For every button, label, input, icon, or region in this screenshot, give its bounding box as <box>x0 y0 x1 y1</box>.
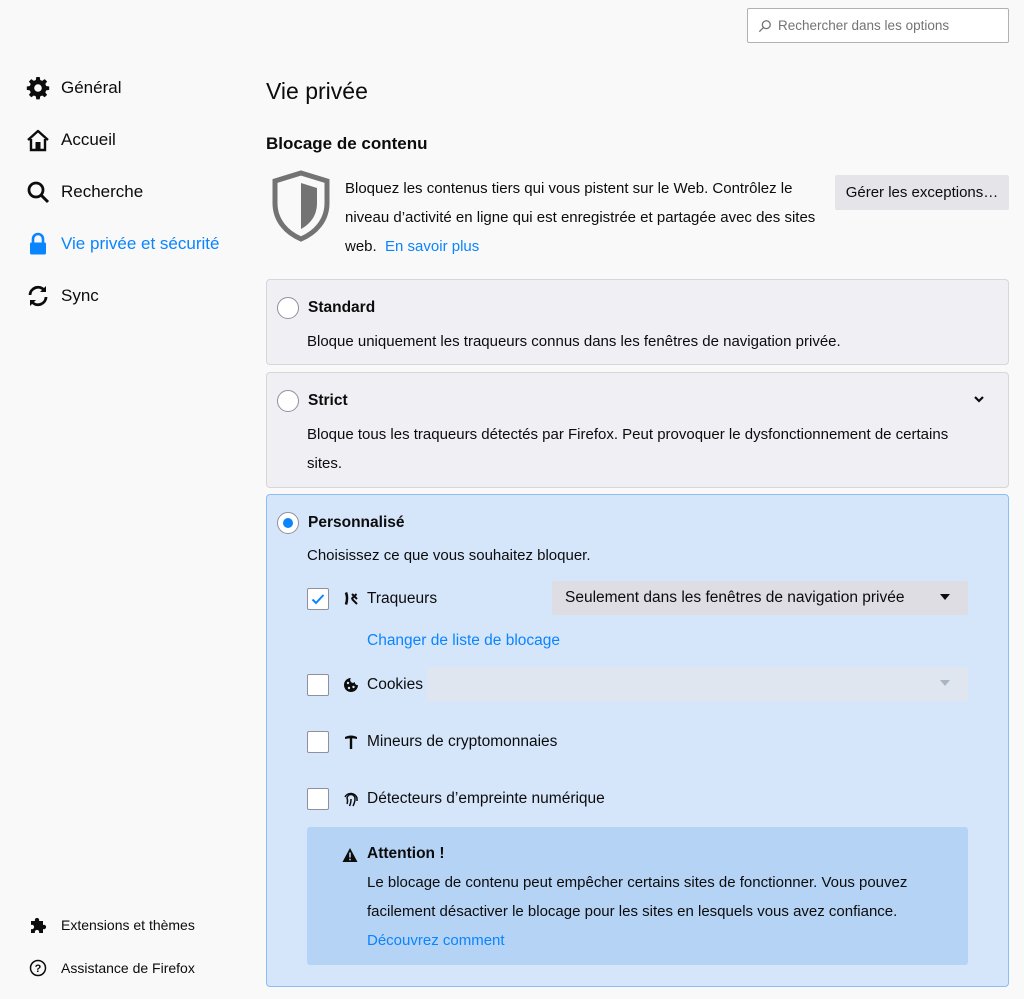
support-link[interactable]: ? Assistance de Firefox <box>0 946 250 989</box>
sidebar-item-general[interactable]: Général <box>0 62 250 114</box>
sidebar-item-label: Vie privée et sécurité <box>61 234 220 253</box>
pickaxe-icon <box>345 735 357 749</box>
trackers-checkbox[interactable] <box>307 588 329 610</box>
dropdown-arrow-icon <box>940 680 950 686</box>
gear-icon <box>26 77 50 100</box>
warning-text: Le blocage de contenu peut empêcher cert… <box>367 874 908 949</box>
sidebar-item-home[interactable]: Accueil <box>0 114 250 166</box>
cookies-checkbox[interactable] <box>307 674 329 696</box>
strict-radio[interactable] <box>277 390 299 412</box>
sidebar: Général Accueil Recherche Vie privée et … <box>0 62 250 322</box>
option-strict[interactable]: Strict Bloque tous les traqueurs détecté… <box>266 372 1009 488</box>
section-title: Blocage de contenu <box>266 134 428 153</box>
help-icon: ? <box>29 959 47 976</box>
sidebar-item-search[interactable]: Recherche <box>0 166 250 218</box>
svg-text:?: ? <box>35 963 42 975</box>
fingerprinters-row: Détecteurs d’empreinte numérique <box>307 786 605 812</box>
cookie-icon <box>344 678 358 692</box>
content-blocking-description: Bloquez les contenus tiers qui vous pist… <box>345 180 816 255</box>
support-label: Assistance de Firefox <box>61 959 195 976</box>
sidebar-item-privacy[interactable]: Vie privée et sécurité <box>0 218 250 270</box>
tracker-icon <box>344 592 358 605</box>
trackers-label: Traqueurs <box>367 590 438 607</box>
fingerprinters-label: Détecteurs d’empreinte numérique <box>367 790 605 807</box>
sidebar-item-label: Recherche <box>61 182 144 201</box>
search-box[interactable] <box>747 8 1009 43</box>
warning-box: Attention ! Le blocage de contenu peut e… <box>307 827 968 965</box>
search-input[interactable] <box>778 18 998 33</box>
option-title: Strict <box>308 392 348 409</box>
sidebar-item-label: Accueil <box>61 130 116 149</box>
option-description: Bloque uniquement les traqueurs connus d… <box>307 333 841 350</box>
lock-icon <box>30 232 46 255</box>
chevron-down-icon[interactable] <box>972 392 986 406</box>
cookies-label: Cookies <box>367 676 423 693</box>
option-title: Personnalisé <box>308 514 405 531</box>
fingerprinters-checkbox[interactable] <box>307 788 329 810</box>
option-custom[interactable]: Personnalisé Choisissez ce que vous souh… <box>266 494 1009 987</box>
trackers-row: Traqueurs <box>307 586 437 612</box>
extensions-link[interactable]: Extensions et thèmes <box>0 903 250 946</box>
option-standard[interactable]: Standard Bloque uniquement les traqueurs… <box>266 279 1009 365</box>
custom-radio[interactable] <box>277 512 299 534</box>
option-description: Bloque tous les traqueurs détectés par F… <box>307 426 949 472</box>
warning-icon <box>342 848 358 862</box>
dropdown-arrow-icon <box>940 594 950 600</box>
sidebar-footer: Extensions et thèmes ? Assistance de Fir… <box>0 903 250 989</box>
cookies-select[interactable] <box>427 667 968 701</box>
shield-icon <box>272 170 330 242</box>
sidebar-item-sync[interactable]: Sync <box>0 270 250 322</box>
extensions-label: Extensions et thèmes <box>61 916 195 933</box>
home-icon <box>27 129 49 152</box>
change-blocklist-link[interactable]: Changer de liste de blocage <box>367 632 560 650</box>
trackers-select[interactable]: Seulement dans les fenêtres de navigatio… <box>552 581 968 615</box>
trackers-select-value: Seulement dans les fenêtres de navigatio… <box>565 589 905 606</box>
cryptominers-label: Mineurs de cryptomonnaies <box>367 733 558 750</box>
search-icon <box>27 181 50 204</box>
cookies-row: Cookies <box>307 672 423 698</box>
checkmark-icon <box>311 594 325 605</box>
sidebar-item-label: Général <box>61 78 122 97</box>
option-description: Choisissez ce que vous souhaitez bloquer… <box>307 547 591 564</box>
learn-more-link[interactable]: En savoir plus <box>385 238 479 255</box>
search-icon <box>758 19 771 32</box>
page-title: Vie privée <box>266 78 368 104</box>
sidebar-item-label: Sync <box>61 286 99 305</box>
option-title: Standard <box>308 299 376 316</box>
puzzle-icon <box>31 917 47 933</box>
cryptominers-checkbox[interactable] <box>307 731 329 753</box>
content-blocking-intro: Bloquez les contenus tiers qui vous pist… <box>266 170 1011 270</box>
learn-how-link[interactable]: Découvrez comment <box>367 932 505 949</box>
standard-radio[interactable] <box>277 297 299 319</box>
manage-exceptions-button[interactable]: Gérer les exceptions… <box>835 175 1009 210</box>
warning-title: Attention ! <box>367 845 445 862</box>
fingerprint-icon <box>344 792 358 807</box>
cryptominers-row: Mineurs de cryptomonnaies <box>307 729 557 755</box>
sync-icon <box>28 285 48 307</box>
